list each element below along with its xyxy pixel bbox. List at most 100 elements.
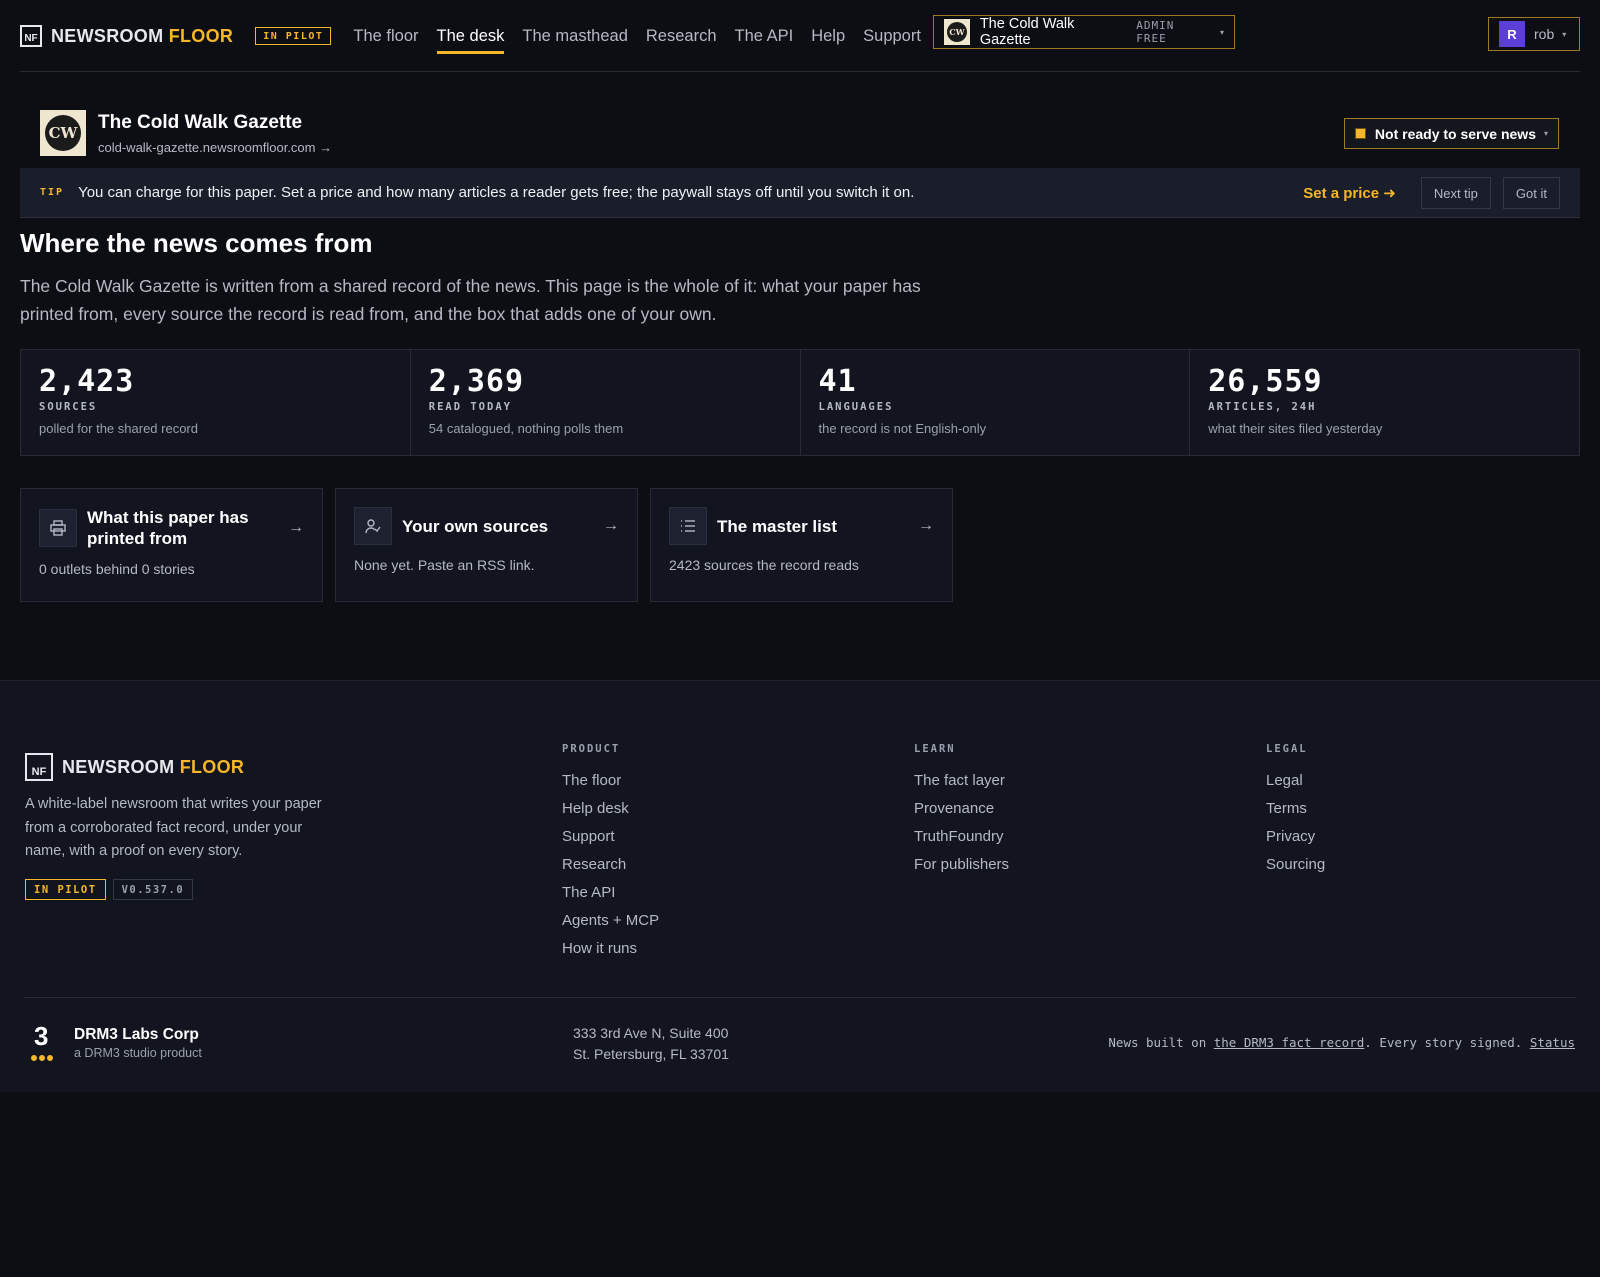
footer-link[interactable]: The floor [562,767,659,795]
stats-strip: 2,423 SOURCES polled for the shared reco… [20,349,1580,456]
status-indicator-icon [1354,128,1366,139]
footer-link[interactable]: For publishers [914,851,1009,879]
footer-column-product: PRODUCT The floor Help desk Support Rese… [562,743,659,963]
footer-column-title: PRODUCT [562,743,621,755]
footer-link[interactable]: Privacy [1266,823,1325,851]
stat-read-today: 2,369 READ TODAY 54 catalogued, nothing … [411,350,801,455]
card-master-list[interactable]: The master list → 2423 sources the recor… [650,488,953,602]
site-footer: NF NEWSROOM FLOOR A white-label newsroom… [0,680,1600,1092]
paper-switcher-logo: CW [944,19,970,45]
printer-icon [39,509,77,547]
footer-badges: IN PILOT V0.537.0 [25,879,200,900]
nav-link-the-api[interactable]: The API [735,21,794,52]
footer-link[interactable]: The fact layer [914,767,1009,795]
footer-link[interactable]: Terms [1266,795,1325,823]
chevron-down-icon: ▾ [1219,27,1224,37]
paper-switcher-name: The Cold Walk Gazette [979,16,1075,48]
stat-label: READ TODAY [428,401,512,413]
top-navigation: NF NEWSROOM FLOOR IN PILOT The floor The… [20,14,1580,72]
stat-value: 41 [818,364,857,399]
brand-name-second: FLOOR [168,25,234,46]
next-tip-button[interactable]: Next tip [1420,177,1491,209]
user-name: rob [1534,26,1555,42]
paper-title: The Cold Walk Gazette [98,111,303,133]
avatar: R [1499,21,1525,47]
card-caption: None yet. Paste an RSS link. [354,557,535,573]
stat-label: ARTICLES, 24H [1208,401,1317,413]
nav-link-the-desk[interactable]: The desk [436,21,504,54]
brand-logo[interactable]: NF NEWSROOM FLOOR IN PILOT [20,14,332,58]
brand-mark-icon: NF [20,25,42,47]
footer-link[interactable]: Provenance [914,795,1009,823]
footer-link[interactable]: Agents + MCP [562,907,659,935]
footer-column-legal: LEGAL Legal Terms Privacy Sourcing [1266,743,1325,879]
nav-link-the-masthead[interactable]: The masthead [522,21,627,52]
tip-banner: TIP You can charge for this paper. Set a… [20,168,1580,218]
stat-label: SOURCES [39,401,98,413]
footer-brand[interactable]: NF NEWSROOM FLOOR [25,745,244,789]
user-menu[interactable]: R rob ▾ [1488,17,1580,51]
card-printed-from[interactable]: What this paper has printed from → 0 out… [20,488,323,602]
status-label: Not ready to serve news [1374,125,1536,142]
dismiss-tip-button[interactable]: Got it [1502,177,1560,209]
card-caption: 2423 sources the record reads [669,557,859,573]
nav-links: The floor The desk The masthead Research… [353,14,939,58]
pilot-badge: IN PILOT [25,879,106,900]
card-caption: 0 outlets behind 0 stories [39,561,195,577]
footer-link[interactable]: Help desk [562,795,659,823]
version-badge: V0.537.0 [112,879,194,900]
company-block: 3 DRM3 Labs Corp a DRM3 studio product [28,1021,202,1061]
fact-record-link[interactable]: the DRM3 fact record [1214,1035,1365,1050]
stat-sources: 2,423 SOURCES polled for the shared reco… [21,350,411,455]
footer-link[interactable]: Support [562,823,659,851]
footer-link[interactable]: Legal [1266,767,1325,795]
stat-value: 2,369 [428,364,525,399]
company-tagline: a DRM3 studio product [74,1046,202,1060]
list-icon [669,507,707,545]
footer-link[interactable]: Research [562,851,659,879]
brand-name: NEWSROOM FLOOR [51,26,233,47]
nav-link-the-floor[interactable]: The floor [353,21,418,52]
card-own-sources[interactable]: Your own sources → None yet. Paste an RS… [335,488,638,602]
serve-status-dropdown[interactable]: Not ready to serve news ▾ [1343,118,1559,149]
footer-link[interactable]: TruthFoundry [914,823,1009,851]
footer-link[interactable]: Sourcing [1266,851,1325,879]
footer-description: A white-label newsroom that writes your … [25,796,322,859]
chevron-down-icon: ▾ [1543,129,1548,138]
page-intro: The Cold Walk Gazette is written from a … [20,276,921,324]
arrow-right-icon: → [918,517,934,534]
brand-mark-icon: NF [25,753,53,781]
tip-actions: Set a price ➜ Next tip Got it [1303,177,1560,209]
status-link[interactable]: Status [1530,1035,1575,1050]
stat-articles: 26,559 ARTICLES, 24H what their sites fi… [1190,350,1579,455]
brand-name-first: NEWSROOM [51,25,164,46]
stat-caption: the record is not English-only [818,421,987,436]
paper-url-link[interactable]: cold-walk-gazette.newsroomfloor.com → [98,140,332,155]
footer-note: News built on the DRM3 fact record. Ever… [1108,1035,1575,1050]
stat-languages: 41 LANGUAGES the record is not English-o… [801,350,1191,455]
stat-value: 26,559 [1208,364,1323,399]
stat-value: 2,423 [39,364,135,399]
footer-link[interactable]: How it runs [562,935,659,963]
nav-link-support[interactable]: Support [863,21,921,52]
nav-link-help[interactable]: Help [811,21,845,52]
card-title: What this paper has printed from [87,508,249,548]
set-price-link[interactable]: Set a price ➜ [1303,184,1396,202]
drm3-logo-icon: 3 [28,1021,58,1061]
footer-column-title: LEGAL [1266,743,1308,755]
paper-switcher[interactable]: CW The Cold Walk Gazette ADMIN FREE ▾ [933,15,1235,49]
footer-link[interactable]: The API [562,879,659,907]
card-title: The master list [717,516,837,536]
nav-link-research[interactable]: Research [646,21,717,52]
stat-caption: polled for the shared record [39,421,198,436]
arrow-right-icon: → [603,517,619,534]
paper-switcher-meta: ADMIN FREE [1136,19,1175,45]
tip-tag: TIP [40,187,65,198]
footer-divider [24,997,1576,998]
stat-caption: what their sites filed yesterday [1208,421,1383,436]
page-title: Where the news comes from [20,228,373,258]
arrow-right-icon: → [288,519,304,536]
paper-logo: CW [40,110,86,156]
user-source-icon [354,507,392,545]
stat-caption: 54 catalogued, nothing polls them [428,421,624,436]
